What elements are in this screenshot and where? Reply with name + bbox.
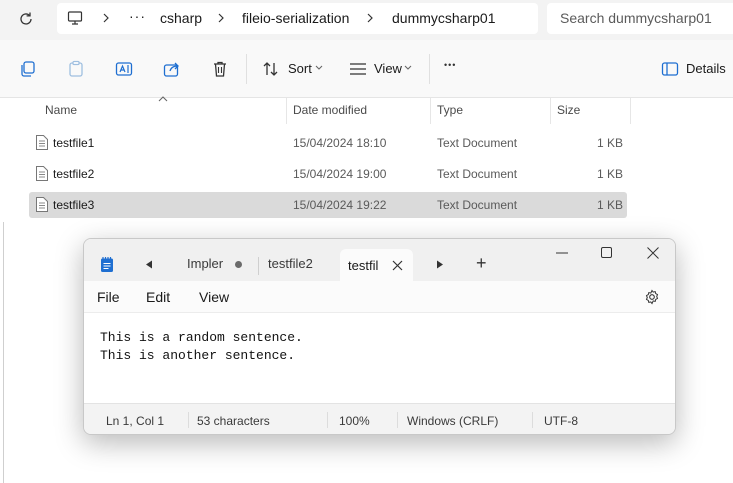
text-file-icon [36, 135, 48, 150]
details-button[interactable]: Details [686, 61, 726, 76]
text-file-icon [36, 197, 48, 212]
chevron-right-icon [218, 13, 224, 23]
status-zoom[interactable]: 100% [339, 414, 370, 428]
refresh-icon[interactable] [16, 9, 36, 29]
file-type: Text Document [437, 198, 518, 212]
file-name: testfile2 [53, 167, 95, 181]
this-pc-icon[interactable] [67, 10, 83, 31]
text-editor-area[interactable]: This is a random sentence. This is anoth… [84, 313, 675, 403]
minimize-icon[interactable] [556, 252, 568, 254]
status-divider [188, 412, 189, 428]
close-tab-icon[interactable] [392, 260, 403, 271]
rename-icon[interactable] [115, 60, 133, 78]
chevron-right-icon [367, 13, 373, 23]
column-divider[interactable] [430, 98, 431, 124]
file-size: 1 KB [596, 167, 623, 181]
status-bar: Ln 1, Col 1 53 characters 100% Windows (… [84, 403, 675, 434]
column-header-name[interactable]: Name [45, 103, 77, 117]
file-name: testfile3 [53, 198, 95, 212]
column-header-size[interactable]: Size [557, 103, 580, 117]
copy-icon[interactable] [19, 60, 37, 78]
file-date-modified: 15/04/2024 19:00 [293, 167, 387, 181]
column-divider[interactable] [286, 98, 287, 124]
column-divider[interactable] [550, 98, 551, 124]
menu-view[interactable]: View [199, 289, 229, 305]
notepad-app-icon [101, 257, 113, 272]
file-size: 1 KB [596, 136, 623, 150]
table-row-selected[interactable]: testfile3 15/04/2024 19:22 Text Document… [29, 192, 627, 218]
file-type: Text Document [437, 136, 518, 150]
status-encoding: UTF-8 [544, 414, 578, 428]
tab-divider [258, 257, 259, 275]
scroll-tabs-right-icon[interactable] [436, 260, 444, 269]
tab-testfile3-active[interactable]: testfil [340, 249, 413, 282]
new-tab-button[interactable]: + [476, 253, 487, 274]
search-placeholder: Search dummycsharp01 [560, 10, 712, 26]
tab-testfile2[interactable]: testfile2 [268, 256, 313, 271]
status-cursor-position: Ln 1, Col 1 [106, 414, 165, 428]
search-input[interactable]: Search dummycsharp01 [547, 3, 733, 34]
status-divider [397, 412, 398, 428]
text-file-icon [36, 166, 48, 181]
sort-ascending-icon [158, 96, 168, 102]
scroll-tabs-left-icon[interactable] [145, 260, 153, 269]
editor-line: This is a random sentence. [100, 330, 303, 345]
toolbar-divider [429, 54, 430, 84]
editor-line: This is another sentence. [100, 348, 296, 363]
breadcrumb-item[interactable]: csharp [160, 10, 202, 26]
breadcrumb-item-current[interactable]: dummycsharp01 [392, 10, 496, 26]
details-pane-icon[interactable] [661, 60, 679, 78]
notepad-menu-bar: File Edit View [84, 281, 675, 313]
column-divider[interactable] [630, 98, 631, 124]
navigation-pane-edge [3, 222, 4, 483]
view-icon[interactable] [349, 60, 367, 78]
close-window-icon[interactable] [647, 247, 659, 259]
delete-icon[interactable] [211, 60, 229, 78]
settings-gear-icon[interactable] [644, 289, 660, 305]
column-header-date-modified[interactable]: Date modified [293, 103, 367, 117]
address-box[interactable]: ··· csharp fileio-serialization dummycsh… [57, 3, 538, 34]
chevron-down-icon [404, 65, 412, 70]
file-size: 1 KB [596, 198, 623, 212]
maximize-icon[interactable] [601, 247, 612, 258]
chevron-right-icon [103, 13, 109, 23]
file-type: Text Document [437, 167, 518, 181]
menu-file[interactable]: File [97, 289, 120, 305]
breadcrumb-overflow[interactable]: ··· [129, 8, 146, 24]
tab-label: testfil [348, 258, 379, 273]
menu-edit[interactable]: Edit [146, 289, 170, 305]
chevron-down-icon [315, 65, 323, 70]
column-header-type[interactable]: Type [437, 103, 463, 117]
address-bar-row: ··· csharp fileio-serialization dummycsh… [0, 0, 733, 40]
sort-button[interactable]: Sort [288, 61, 312, 76]
file-date-modified: 15/04/2024 19:22 [293, 198, 387, 212]
unsaved-indicator [235, 261, 242, 268]
file-date-modified: 15/04/2024 18:10 [293, 136, 387, 150]
tab-impler[interactable]: Impler [187, 256, 223, 271]
paste-icon[interactable] [67, 60, 85, 78]
table-row[interactable]: testfile2 15/04/2024 19:00 Text Document… [29, 161, 627, 187]
breadcrumb-item[interactable]: fileio-serialization [242, 10, 349, 26]
share-icon[interactable] [163, 60, 181, 78]
status-line-ending: Windows (CRLF) [407, 414, 499, 428]
view-button[interactable]: View [374, 61, 402, 76]
table-row[interactable]: testfile1 15/04/2024 18:10 Text Document… [29, 130, 627, 156]
toolbar-divider [246, 54, 247, 84]
more-options-button[interactable]: ••• [444, 60, 456, 70]
sort-icon[interactable] [262, 60, 280, 78]
status-character-count: 53 characters [197, 414, 270, 428]
notepad-tab-bar: Impler testfile2 testfil + [84, 239, 675, 282]
status-divider [532, 412, 533, 428]
notepad-window[interactable]: Impler testfile2 testfil + File Edit Vie… [83, 238, 676, 435]
file-name: testfile1 [53, 136, 95, 150]
status-divider [327, 412, 328, 428]
command-bar: Sort View ••• Details [0, 40, 733, 98]
